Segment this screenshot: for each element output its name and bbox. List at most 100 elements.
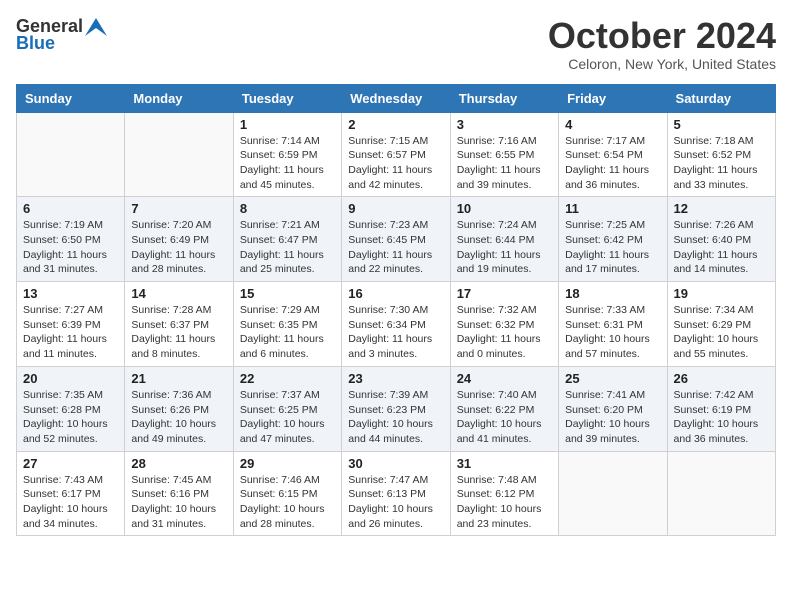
day-number: 26	[674, 371, 769, 386]
calendar-cell: 10 Sunrise: 7:24 AMSunset: 6:44 PMDaylig…	[450, 197, 558, 282]
cell-info: Sunrise: 7:25 AMSunset: 6:42 PMDaylight:…	[565, 218, 660, 277]
cell-info: Sunrise: 7:27 AMSunset: 6:39 PMDaylight:…	[23, 303, 118, 362]
calendar-cell	[17, 112, 125, 197]
weekday-header-sunday: Sunday	[17, 84, 125, 112]
cell-info: Sunrise: 7:45 AMSunset: 6:16 PMDaylight:…	[131, 473, 226, 532]
calendar-cell: 17 Sunrise: 7:32 AMSunset: 6:32 PMDaylig…	[450, 282, 558, 367]
calendar-cell: 3 Sunrise: 7:16 AMSunset: 6:55 PMDayligh…	[450, 112, 558, 197]
weekday-header-wednesday: Wednesday	[342, 84, 450, 112]
calendar-cell: 19 Sunrise: 7:34 AMSunset: 6:29 PMDaylig…	[667, 282, 775, 367]
calendar-cell: 23 Sunrise: 7:39 AMSunset: 6:23 PMDaylig…	[342, 366, 450, 451]
calendar-week-row: 27 Sunrise: 7:43 AMSunset: 6:17 PMDaylig…	[17, 451, 776, 536]
cell-info: Sunrise: 7:36 AMSunset: 6:26 PMDaylight:…	[131, 388, 226, 447]
weekday-header-saturday: Saturday	[667, 84, 775, 112]
day-number: 27	[23, 456, 118, 471]
day-number: 25	[565, 371, 660, 386]
cell-info: Sunrise: 7:28 AMSunset: 6:37 PMDaylight:…	[131, 303, 226, 362]
cell-info: Sunrise: 7:46 AMSunset: 6:15 PMDaylight:…	[240, 473, 335, 532]
calendar-cell: 25 Sunrise: 7:41 AMSunset: 6:20 PMDaylig…	[559, 366, 667, 451]
location: Celoron, New York, United States	[548, 56, 776, 72]
calendar-cell: 6 Sunrise: 7:19 AMSunset: 6:50 PMDayligh…	[17, 197, 125, 282]
day-number: 10	[457, 201, 552, 216]
title-block: October 2024 Celoron, New York, United S…	[548, 16, 776, 72]
cell-info: Sunrise: 7:43 AMSunset: 6:17 PMDaylight:…	[23, 473, 118, 532]
day-number: 20	[23, 371, 118, 386]
cell-info: Sunrise: 7:23 AMSunset: 6:45 PMDaylight:…	[348, 218, 443, 277]
calendar-cell: 4 Sunrise: 7:17 AMSunset: 6:54 PMDayligh…	[559, 112, 667, 197]
weekday-header-friday: Friday	[559, 84, 667, 112]
day-number: 16	[348, 286, 443, 301]
cell-info: Sunrise: 7:48 AMSunset: 6:12 PMDaylight:…	[457, 473, 552, 532]
cell-info: Sunrise: 7:24 AMSunset: 6:44 PMDaylight:…	[457, 218, 552, 277]
cell-info: Sunrise: 7:47 AMSunset: 6:13 PMDaylight:…	[348, 473, 443, 532]
cell-info: Sunrise: 7:39 AMSunset: 6:23 PMDaylight:…	[348, 388, 443, 447]
day-number: 30	[348, 456, 443, 471]
calendar-cell	[559, 451, 667, 536]
day-number: 2	[348, 117, 443, 132]
calendar-cell: 20 Sunrise: 7:35 AMSunset: 6:28 PMDaylig…	[17, 366, 125, 451]
day-number: 23	[348, 371, 443, 386]
calendar-cell: 24 Sunrise: 7:40 AMSunset: 6:22 PMDaylig…	[450, 366, 558, 451]
day-number: 7	[131, 201, 226, 216]
calendar-cell: 8 Sunrise: 7:21 AMSunset: 6:47 PMDayligh…	[233, 197, 341, 282]
calendar-cell: 9 Sunrise: 7:23 AMSunset: 6:45 PMDayligh…	[342, 197, 450, 282]
day-number: 17	[457, 286, 552, 301]
calendar-cell: 15 Sunrise: 7:29 AMSunset: 6:35 PMDaylig…	[233, 282, 341, 367]
cell-info: Sunrise: 7:20 AMSunset: 6:49 PMDaylight:…	[131, 218, 226, 277]
weekday-header-thursday: Thursday	[450, 84, 558, 112]
calendar-week-row: 1 Sunrise: 7:14 AMSunset: 6:59 PMDayligh…	[17, 112, 776, 197]
day-number: 15	[240, 286, 335, 301]
day-number: 4	[565, 117, 660, 132]
day-number: 13	[23, 286, 118, 301]
logo: General Blue	[16, 16, 107, 54]
cell-info: Sunrise: 7:17 AMSunset: 6:54 PMDaylight:…	[565, 134, 660, 193]
day-number: 19	[674, 286, 769, 301]
day-number: 22	[240, 371, 335, 386]
page-header: General Blue October 2024 Celoron, New Y…	[16, 16, 776, 72]
cell-info: Sunrise: 7:21 AMSunset: 6:47 PMDaylight:…	[240, 218, 335, 277]
day-number: 18	[565, 286, 660, 301]
day-number: 24	[457, 371, 552, 386]
day-number: 31	[457, 456, 552, 471]
logo-bird-icon	[85, 18, 107, 36]
calendar-cell: 29 Sunrise: 7:46 AMSunset: 6:15 PMDaylig…	[233, 451, 341, 536]
calendar-cell: 27 Sunrise: 7:43 AMSunset: 6:17 PMDaylig…	[17, 451, 125, 536]
day-number: 6	[23, 201, 118, 216]
calendar-cell: 28 Sunrise: 7:45 AMSunset: 6:16 PMDaylig…	[125, 451, 233, 536]
calendar-table: SundayMondayTuesdayWednesdayThursdayFrid…	[16, 84, 776, 537]
calendar-week-row: 20 Sunrise: 7:35 AMSunset: 6:28 PMDaylig…	[17, 366, 776, 451]
day-number: 29	[240, 456, 335, 471]
calendar-cell: 16 Sunrise: 7:30 AMSunset: 6:34 PMDaylig…	[342, 282, 450, 367]
calendar-cell: 21 Sunrise: 7:36 AMSunset: 6:26 PMDaylig…	[125, 366, 233, 451]
day-number: 21	[131, 371, 226, 386]
calendar-cell: 13 Sunrise: 7:27 AMSunset: 6:39 PMDaylig…	[17, 282, 125, 367]
day-number: 3	[457, 117, 552, 132]
cell-info: Sunrise: 7:15 AMSunset: 6:57 PMDaylight:…	[348, 134, 443, 193]
cell-info: Sunrise: 7:34 AMSunset: 6:29 PMDaylight:…	[674, 303, 769, 362]
day-number: 5	[674, 117, 769, 132]
cell-info: Sunrise: 7:26 AMSunset: 6:40 PMDaylight:…	[674, 218, 769, 277]
day-number: 1	[240, 117, 335, 132]
calendar-cell: 11 Sunrise: 7:25 AMSunset: 6:42 PMDaylig…	[559, 197, 667, 282]
day-number: 28	[131, 456, 226, 471]
cell-info: Sunrise: 7:42 AMSunset: 6:19 PMDaylight:…	[674, 388, 769, 447]
weekday-header-row: SundayMondayTuesdayWednesdayThursdayFrid…	[17, 84, 776, 112]
calendar-cell: 22 Sunrise: 7:37 AMSunset: 6:25 PMDaylig…	[233, 366, 341, 451]
cell-info: Sunrise: 7:35 AMSunset: 6:28 PMDaylight:…	[23, 388, 118, 447]
day-number: 11	[565, 201, 660, 216]
calendar-cell: 7 Sunrise: 7:20 AMSunset: 6:49 PMDayligh…	[125, 197, 233, 282]
calendar-week-row: 6 Sunrise: 7:19 AMSunset: 6:50 PMDayligh…	[17, 197, 776, 282]
logo-blue: Blue	[16, 33, 55, 54]
calendar-cell: 2 Sunrise: 7:15 AMSunset: 6:57 PMDayligh…	[342, 112, 450, 197]
cell-info: Sunrise: 7:33 AMSunset: 6:31 PMDaylight:…	[565, 303, 660, 362]
calendar-cell: 14 Sunrise: 7:28 AMSunset: 6:37 PMDaylig…	[125, 282, 233, 367]
cell-info: Sunrise: 7:37 AMSunset: 6:25 PMDaylight:…	[240, 388, 335, 447]
weekday-header-monday: Monday	[125, 84, 233, 112]
day-number: 8	[240, 201, 335, 216]
calendar-cell: 5 Sunrise: 7:18 AMSunset: 6:52 PMDayligh…	[667, 112, 775, 197]
cell-info: Sunrise: 7:40 AMSunset: 6:22 PMDaylight:…	[457, 388, 552, 447]
cell-info: Sunrise: 7:41 AMSunset: 6:20 PMDaylight:…	[565, 388, 660, 447]
calendar-cell: 12 Sunrise: 7:26 AMSunset: 6:40 PMDaylig…	[667, 197, 775, 282]
calendar-cell: 18 Sunrise: 7:33 AMSunset: 6:31 PMDaylig…	[559, 282, 667, 367]
calendar-cell: 31 Sunrise: 7:48 AMSunset: 6:12 PMDaylig…	[450, 451, 558, 536]
